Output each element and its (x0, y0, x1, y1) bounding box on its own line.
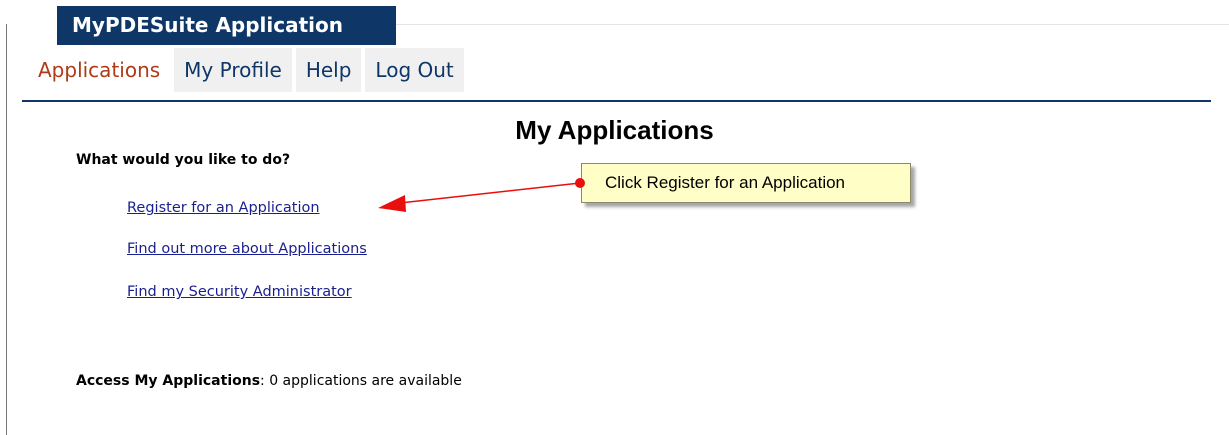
instruction-callout: Click Register for an Application (581, 163, 911, 203)
nav-item-my-profile[interactable]: My Profile (174, 48, 292, 92)
top-border (396, 24, 1229, 25)
app-title-banner: MyPDESuite Application (57, 6, 396, 45)
arrow-head (378, 195, 406, 212)
access-label: Access My Applications (76, 373, 261, 389)
main-nav: Applications My Profile Help Log Out (28, 48, 468, 92)
page-title: My Applications (515, 115, 714, 145)
access-applications-status: Access My Applications: 0 applications a… (76, 373, 462, 389)
nav-divider (22, 100, 1211, 102)
left-border (6, 24, 7, 435)
arrow-line (399, 182, 581, 204)
nav-item-applications[interactable]: Applications (28, 48, 171, 92)
access-separator: : (260, 373, 265, 389)
about-applications-link[interactable]: Find out more about Applications (127, 241, 367, 257)
access-status-text: 0 applications are available (269, 373, 462, 389)
action-prompt: What would you like to do? (76, 152, 291, 168)
register-application-link[interactable]: Register for an Application (127, 200, 320, 216)
nav-item-log-out[interactable]: Log Out (365, 48, 464, 92)
nav-item-help[interactable]: Help (295, 48, 362, 92)
security-administrator-link[interactable]: Find my Security Administrator (127, 284, 352, 300)
